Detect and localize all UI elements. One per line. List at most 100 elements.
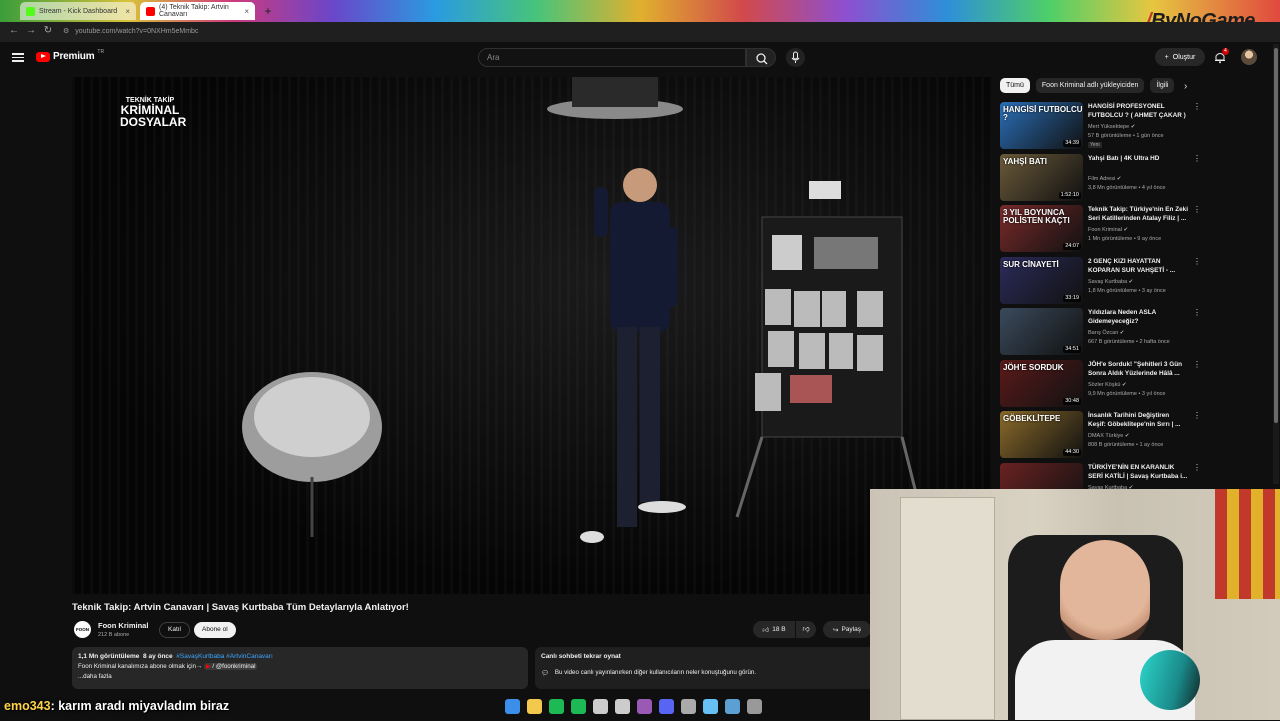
chat-text: : karım aradı miyavladım biraz [50, 699, 230, 713]
recommendation-meta: 9,9 Mn görüntüleme • 3 yıl önce [1088, 390, 1166, 397]
chip-from-uploader[interactable]: Foon Kriminal adlı yükleyiciden [1035, 78, 1145, 93]
channel-avatar[interactable]: FOON [74, 621, 91, 638]
browser-tab-youtube[interactable]: (4) Teknik Takip: Artvin Canavarı × [140, 2, 255, 20]
video-thumbnail[interactable]: 34:51 [1000, 308, 1083, 355]
subscribe-button[interactable]: Abone ol [194, 622, 236, 638]
webcam-flag [1215, 489, 1280, 599]
url-field[interactable]: ⚙ youtube.com/watch?v=0NXHm5eMmbc [63, 25, 1123, 39]
taskbar-app-icon[interactable] [505, 699, 520, 714]
taskbar-app-icon[interactable] [659, 699, 674, 714]
recommendation-channel[interactable]: Film Adresi ✔ [1088, 176, 1121, 182]
youtube-logo[interactable]: Premium TR [36, 49, 104, 62]
forward-icon[interactable]: → [25, 25, 37, 37]
browser-tab-kick[interactable]: Stream - Kick Dashboard × [20, 2, 136, 20]
recommendation-meta: 667 B görüntüleme • 2 hafta önce [1088, 339, 1170, 345]
video-thumbnail[interactable]: SUR CİNAYETİ 33:19 [1000, 256, 1083, 304]
recommendation-title[interactable]: JÖH'e Sorduk! "Şehitleri 3 Gün Sonra Ald… [1088, 360, 1188, 378]
more-options-icon[interactable]: ⋮ [1193, 411, 1201, 420]
join-button[interactable]: Katıl [159, 622, 191, 638]
video-thumbnail[interactable]: JÖH'E SORDUK 30:48 [1000, 359, 1083, 407]
more-options-icon[interactable]: ⋮ [1193, 205, 1201, 214]
video-thumbnail[interactable]: GÖBEKLİTEPE 44:30 [1000, 411, 1083, 458]
close-tab-icon[interactable]: × [244, 7, 249, 16]
taskbar-app-icon[interactable] [615, 699, 630, 714]
recommendation-title[interactable]: Yıldızlara Neden ASLA Gidemeyeceğiz? [1088, 308, 1188, 326]
thumbs-down-icon: 👎︎ [802, 626, 810, 633]
recommendation-item[interactable]: JÖH'E SORDUK 30:48 JÖH'e Sorduk! "Şehitler… [1000, 359, 1201, 409]
create-button[interactable]: + Oluştur [1155, 48, 1205, 66]
hamburger-menu-icon[interactable] [12, 51, 24, 63]
recommendation-channel[interactable]: DMAX Türkiye ✔ [1088, 433, 1130, 439]
voice-search-button[interactable] [786, 48, 805, 67]
recommendation-channel[interactable]: Savaş Kurtbaba ✔ [1088, 279, 1133, 285]
recommendation-item[interactable]: SUR CİNAYETİ 33:19 2 GENÇ KIZI HAYATTAN KO… [1000, 256, 1201, 306]
taskbar-app-icon[interactable] [571, 699, 586, 714]
recommendation-title[interactable]: Teknik Takip: Türkiye'nin En Zeki Seri K… [1088, 205, 1188, 223]
recommendation-item[interactable]: GÖBEKLİTEPE 44:30 İnsanlık Tarihini Değişt… [1000, 411, 1201, 460]
new-tab-button[interactable]: + [261, 4, 275, 18]
verified-icon: ✔ [1123, 227, 1129, 233]
video-thumbnail[interactable]: YAHŞİ BATI 1:52:10 [1000, 153, 1083, 201]
more-options-icon[interactable]: ⋮ [1193, 154, 1201, 163]
youtube-play-icon [36, 51, 50, 62]
video-thumbnail[interactable]: HANGİSİ FUTBOLCU ? 34:39 [1000, 102, 1083, 149]
taskbar-app-icon[interactable] [725, 699, 740, 714]
video-thumbnail[interactable]: 3 YIL BOYUNCA POLİSTEN KAÇTI 24:07 [1000, 205, 1083, 252]
recommendation-meta: 808 B görüntüleme • 1 ay önce [1088, 442, 1164, 448]
subscriber-count: 212 B abone [98, 632, 130, 638]
video-player[interactable] [72, 77, 992, 594]
dislike-button[interactable]: 👎︎ [796, 621, 816, 638]
channel-mention-link[interactable]: ▶ / @foonkriminal [203, 663, 258, 670]
more-options-icon[interactable]: ⋮ [1193, 360, 1201, 369]
show-more-link[interactable]: ...daha fazla [78, 673, 112, 680]
back-icon[interactable]: ← [8, 25, 20, 37]
recommendation-item[interactable]: 3 YIL BOYUNCA POLİSTEN KAÇTI 24:07 Teknik … [1000, 205, 1201, 254]
more-options-icon[interactable]: ⋮ [1193, 463, 1201, 472]
recommendation-title[interactable]: 2 GENÇ KIZI HAYATTAN KOPARAN SUR VAHŞETİ… [1088, 257, 1188, 275]
account-avatar[interactable] [1241, 49, 1257, 65]
recommendation-channel[interactable]: Mert Yüksektepe ✔ [1088, 124, 1135, 130]
chat-username: emo343 [4, 699, 51, 713]
recommendation-item[interactable]: HANGİSİ FUTBOLCU ? 34:39 HANGİSİ PROFESYON… [1000, 102, 1201, 151]
recommendation-title[interactable]: TÜRKİYE'NİN EN KARANLIK SERİ KATİLİ | Sa… [1088, 463, 1188, 481]
more-options-icon[interactable]: ⋮ [1193, 308, 1201, 317]
reload-icon[interactable]: ↻ [42, 25, 54, 37]
channel-name[interactable]: Foon Kriminal [98, 621, 148, 630]
taskbar-app-icon[interactable] [549, 699, 564, 714]
taskbar-app-icon[interactable] [681, 699, 696, 714]
taskbar-app-icon[interactable] [593, 699, 608, 714]
chip-related[interactable]: İlgili [1150, 78, 1175, 93]
hashtags[interactable]: #SavaşKurtbaba #ArtvinCanavarı [176, 653, 272, 660]
more-options-icon[interactable]: ⋮ [1193, 257, 1201, 266]
more-options-icon[interactable]: ⋮ [1193, 102, 1201, 111]
chevron-right-icon[interactable]: › [1184, 81, 1187, 92]
like-button[interactable]: 👍︎ 18 B [753, 621, 795, 638]
recommendation-channel[interactable]: Barış Özcan ✔ [1088, 330, 1124, 336]
chip-all[interactable]: Tümü [1000, 78, 1030, 93]
recommendation-item[interactable]: 34:51 Yıldızlara Neden ASLA Gidemeyeceğiz… [1000, 308, 1201, 357]
recommendation-channel[interactable]: Sözler Köşkü ✔ [1088, 382, 1127, 388]
scrollbar-thumb[interactable] [1274, 48, 1278, 423]
recommendation-item[interactable]: YAHŞİ BATI 1:52:10 Yahşi Batı | 4K Ultra H… [1000, 153, 1201, 203]
search-button[interactable] [746, 48, 776, 67]
video-duration: 44:30 [1063, 449, 1081, 456]
taskbar-app-icon[interactable] [703, 699, 718, 714]
recommendation-title[interactable]: HANGİSİ PROFESYONEL FUTBOLCU ? ( AHMET Ç… [1088, 102, 1188, 120]
close-tab-icon[interactable]: × [125, 7, 130, 16]
taskbar-app-icon[interactable] [527, 699, 542, 714]
search-input[interactable]: Ara [478, 48, 746, 67]
tab-title: (4) Teknik Takip: Artvin Canavarı [159, 4, 229, 18]
verified-icon: ✔ [1121, 381, 1127, 388]
recommendation-meta: 3,8 Mn görüntüleme • 4 yıl önce [1088, 184, 1166, 191]
verified-icon: ✔ [1128, 278, 1134, 285]
taskbar-app-icon[interactable] [637, 699, 652, 714]
webcam-door [900, 497, 995, 720]
recommendation-channel[interactable]: Foon Kriminal ✔ [1088, 227, 1128, 233]
taskbar-app-icon[interactable] [747, 699, 762, 714]
recommendation-title[interactable]: İnsanlık Tarihini Değiştiren Keşif: Göbe… [1088, 411, 1188, 429]
notification-count-badge: 4 [1222, 48, 1229, 55]
recommendation-title[interactable]: Yahşi Batı | 4K Ultra HD [1088, 154, 1188, 163]
tab-title: Stream - Kick Dashboard [39, 7, 118, 15]
taskbar [505, 699, 762, 714]
share-button[interactable]: ↪ Paylaş [823, 621, 871, 638]
